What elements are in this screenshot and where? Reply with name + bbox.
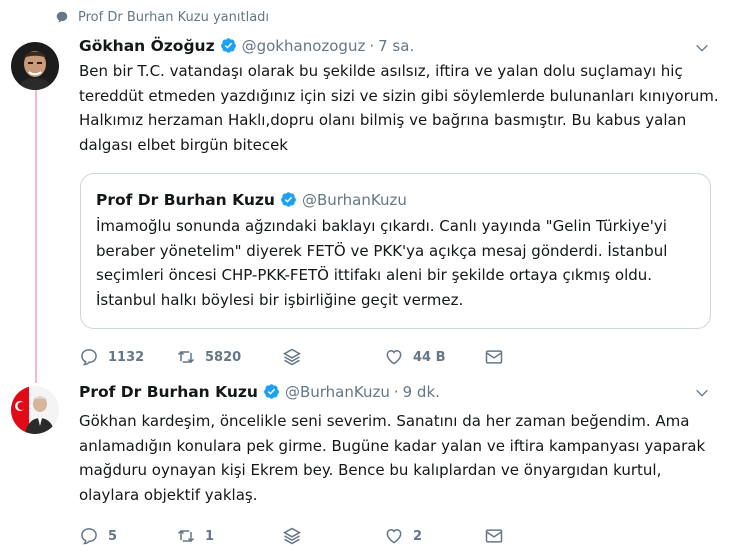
tweet1-author-handle[interactable]: @gokhanozoguz — [242, 37, 366, 55]
tweet2-moments-button[interactable] — [282, 526, 311, 546]
tweet2-reply-count: 5 — [108, 528, 118, 544]
tweet1-dm-button[interactable] — [484, 347, 513, 367]
quoted-tweet-card[interactable]: Prof Dr Burhan Kuzu @BurhanKuzu İmamoğlu… — [80, 173, 711, 329]
tweet2-more-chevron-down-icon[interactable] — [694, 385, 710, 401]
thread-connector-line — [35, 85, 37, 383]
verified-badge-icon — [281, 192, 296, 207]
verified-badge-icon — [220, 38, 236, 53]
quoted-author-name: Prof Dr Burhan Kuzu — [96, 191, 275, 209]
reply-icon — [81, 349, 97, 366]
quoted-author-handle: @BurhanKuzu — [301, 191, 407, 209]
envelope-icon — [485, 350, 503, 364]
quoted-tweet-text: İmamoğlu sonunda ağzındaki baklayı çıkar… — [96, 217, 668, 309]
tweet2-retweet-count: 1 — [205, 528, 215, 544]
tweet1-text: Ben bir T.C. vatandaşı olarak bu şekilde… — [79, 62, 719, 154]
avatar-gokhan[interactable] — [11, 42, 59, 90]
envelope-icon — [485, 529, 503, 543]
retweet-icon — [177, 350, 195, 364]
stack-layers-icon — [282, 527, 302, 545]
tweet2-text: Gökhan kardeşim, öncelikle seni severim.… — [79, 412, 706, 504]
tweet2-dm-button[interactable] — [484, 526, 513, 546]
heart-icon — [386, 528, 402, 544]
tweet2-like-button[interactable]: 2 — [384, 526, 422, 546]
quoted-tweet-header: Prof Dr Burhan Kuzu @BurhanKuzu — [96, 188, 407, 209]
verified-badge-icon — [264, 384, 279, 399]
tweet1-more-chevron-down-icon[interactable] — [694, 40, 710, 56]
tweet2-separator: · — [393, 383, 399, 401]
tweet1-header: Gökhan Özoğuz @gokhanozoguz · 7 sa. — [79, 34, 414, 55]
tweet2-author-handle[interactable]: @BurhanKuzu — [285, 383, 390, 401]
reply-icon — [81, 528, 97, 545]
tweet2-author-name[interactable]: Prof Dr Burhan Kuzu — [79, 383, 258, 401]
heart-icon — [386, 349, 402, 365]
reply-context: Prof Dr Burhan Kuzu yanıtladı — [55, 8, 269, 26]
tweet1-retweet-count: 5820 — [205, 349, 242, 365]
tweet2-like-count: 2 — [413, 528, 423, 544]
tweet1-moments-button[interactable] — [282, 347, 311, 367]
tweet2-timestamp[interactable]: 9 dk. — [403, 383, 440, 401]
retweet-icon — [177, 529, 195, 543]
tweet1-separator: · — [369, 37, 375, 55]
tweet1-reply-count: 1132 — [108, 349, 145, 365]
tweet2-reply-button[interactable]: 5 — [79, 526, 117, 546]
tweet1-retweet-button[interactable]: 5820 — [176, 347, 241, 367]
reply-context-icon — [56, 11, 68, 23]
reply-context-label: Prof Dr Burhan Kuzu yanıtladı — [78, 9, 270, 25]
tweet1-timestamp[interactable]: 7 sa. — [378, 37, 414, 55]
stack-layers-icon — [282, 348, 302, 366]
tweet2-retweet-button[interactable]: 1 — [176, 526, 214, 546]
tweet1-reply-button[interactable]: 1132 — [79, 347, 144, 367]
tweet2-header: Prof Dr Burhan Kuzu @BurhanKuzu · 9 dk. — [79, 380, 440, 401]
tweet1-author-name[interactable]: Gökhan Özoğuz — [79, 37, 215, 55]
avatar-burhan[interactable] — [11, 386, 59, 434]
tweet1-like-button[interactable]: 44 B — [384, 347, 446, 367]
tweet1-like-count: 44 B — [413, 349, 446, 365]
